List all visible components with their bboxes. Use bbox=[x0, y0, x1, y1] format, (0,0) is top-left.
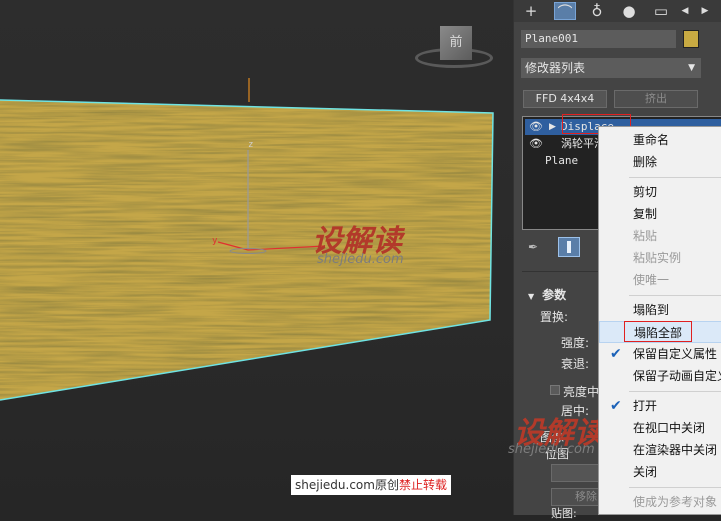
menu-item-cut[interactable]: 剪切 bbox=[599, 181, 721, 203]
parameters-rollout-title[interactable]: ▼ 参数 bbox=[528, 286, 566, 303]
luminance-center-checkbox[interactable] bbox=[550, 385, 560, 395]
watermark-site: shejiedu.com bbox=[508, 442, 595, 457]
menu-separator bbox=[629, 391, 721, 392]
stack-item-label: Plane bbox=[545, 154, 579, 167]
menu-item-paste[interactable]: 粘贴 bbox=[599, 225, 721, 247]
hierarchy-tab-icon[interactable]: ♁ bbox=[586, 2, 608, 20]
menu-item-copy[interactable]: 复制 bbox=[599, 203, 721, 225]
menu-item-make-reference[interactable]: 使成为参考对象 bbox=[599, 491, 721, 513]
pin-stack-icon[interactable]: ✒ bbox=[528, 240, 538, 254]
collapse-icon: ▼ bbox=[528, 292, 535, 301]
viewcube[interactable]: 前 bbox=[440, 26, 472, 60]
menu-item-off[interactable]: 关闭 bbox=[599, 461, 721, 483]
ffd-button[interactable]: FFD 4x4x4 bbox=[523, 90, 607, 108]
perspective-viewport[interactable]: 前 z y 设解读 shejiedu.com shejiedu.com原创禁止转… bbox=[0, 0, 513, 515]
modify-tab-icon[interactable]: ⌒ bbox=[554, 2, 576, 21]
scroll-right-icon[interactable]: ▶ bbox=[698, 2, 712, 20]
menu-item-label: 打开 bbox=[633, 399, 658, 413]
menu-item-off-in-renderer[interactable]: 在渲染器中关闭 bbox=[599, 439, 721, 461]
watermark-banner: shejiedu.com原创禁止转载 bbox=[291, 475, 451, 495]
strength-label: 强度: bbox=[561, 336, 590, 350]
axis-z-label: z bbox=[248, 140, 254, 150]
display-tab-icon[interactable]: ▭ bbox=[650, 2, 672, 20]
plane-mesh[interactable] bbox=[0, 0, 513, 515]
command-panel-tabs: + ⌒ ♁ ● ▭ ◀ ▶ bbox=[514, 0, 721, 22]
menu-item-on[interactable]: ✔ 打开 bbox=[599, 395, 721, 417]
menu-item-rename[interactable]: 重命名 bbox=[599, 129, 721, 151]
menu-item-collapse-to[interactable]: 塌陷到 bbox=[599, 299, 721, 321]
banner-site: shejiedu.com原创 bbox=[295, 478, 399, 492]
extrude-button[interactable]: 挤出 bbox=[614, 90, 698, 108]
checkmark-icon: ✔ bbox=[610, 346, 622, 362]
modifier-list-label: 修改器列表 bbox=[525, 61, 586, 75]
menu-separator bbox=[629, 295, 721, 296]
checkmark-icon: ✔ bbox=[610, 398, 622, 414]
menu-item-keep-custom-attributes[interactable]: ✔ 保留自定义属性 bbox=[599, 343, 721, 365]
object-color-swatch[interactable] bbox=[683, 30, 699, 48]
modifier-list-dropdown[interactable]: 修改器列表 ▼ bbox=[521, 58, 701, 78]
watermark-site: shejiedu.com bbox=[317, 252, 404, 267]
decay-label: 衰退: bbox=[561, 357, 590, 371]
rollout-title-label: 参数 bbox=[542, 288, 567, 302]
menu-item-make-unique[interactable]: 使唯一 bbox=[599, 269, 721, 291]
menu-item-paste-instance[interactable]: 粘贴实例 bbox=[599, 247, 721, 269]
menu-separator bbox=[629, 487, 721, 488]
menu-separator bbox=[629, 177, 721, 178]
create-tab-icon[interactable]: + bbox=[520, 2, 542, 20]
eye-icon[interactable]: 👁 bbox=[529, 136, 543, 152]
axis-y-label: y bbox=[212, 236, 218, 246]
luminance-center-label: 亮度中 bbox=[563, 385, 600, 399]
banner-warning: 禁止转载 bbox=[398, 478, 447, 492]
scroll-left-icon[interactable]: ◀ bbox=[678, 2, 692, 20]
chevron-down-icon: ▼ bbox=[688, 63, 695, 73]
object-name-field[interactable]: Plane001 bbox=[521, 30, 676, 48]
show-end-result-button[interactable] bbox=[558, 237, 580, 257]
motion-tab-icon[interactable]: ● bbox=[618, 2, 640, 20]
menu-item-off-in-viewport[interactable]: 在视口中关闭 bbox=[599, 417, 721, 439]
displace-label: 置换: bbox=[540, 310, 569, 324]
menu-item-keep-subanim-custom[interactable]: 保留子动画自定义 bbox=[599, 365, 721, 387]
expand-icon[interactable]: ▶ bbox=[549, 119, 556, 135]
menu-item-delete[interactable]: 删除 bbox=[599, 151, 721, 173]
highlight-box-collapse-all bbox=[624, 321, 692, 342]
eye-icon[interactable]: 👁 bbox=[529, 119, 543, 135]
map-label: 贴图: bbox=[551, 507, 577, 520]
menu-item-label: 保留自定义属性 bbox=[633, 347, 718, 361]
